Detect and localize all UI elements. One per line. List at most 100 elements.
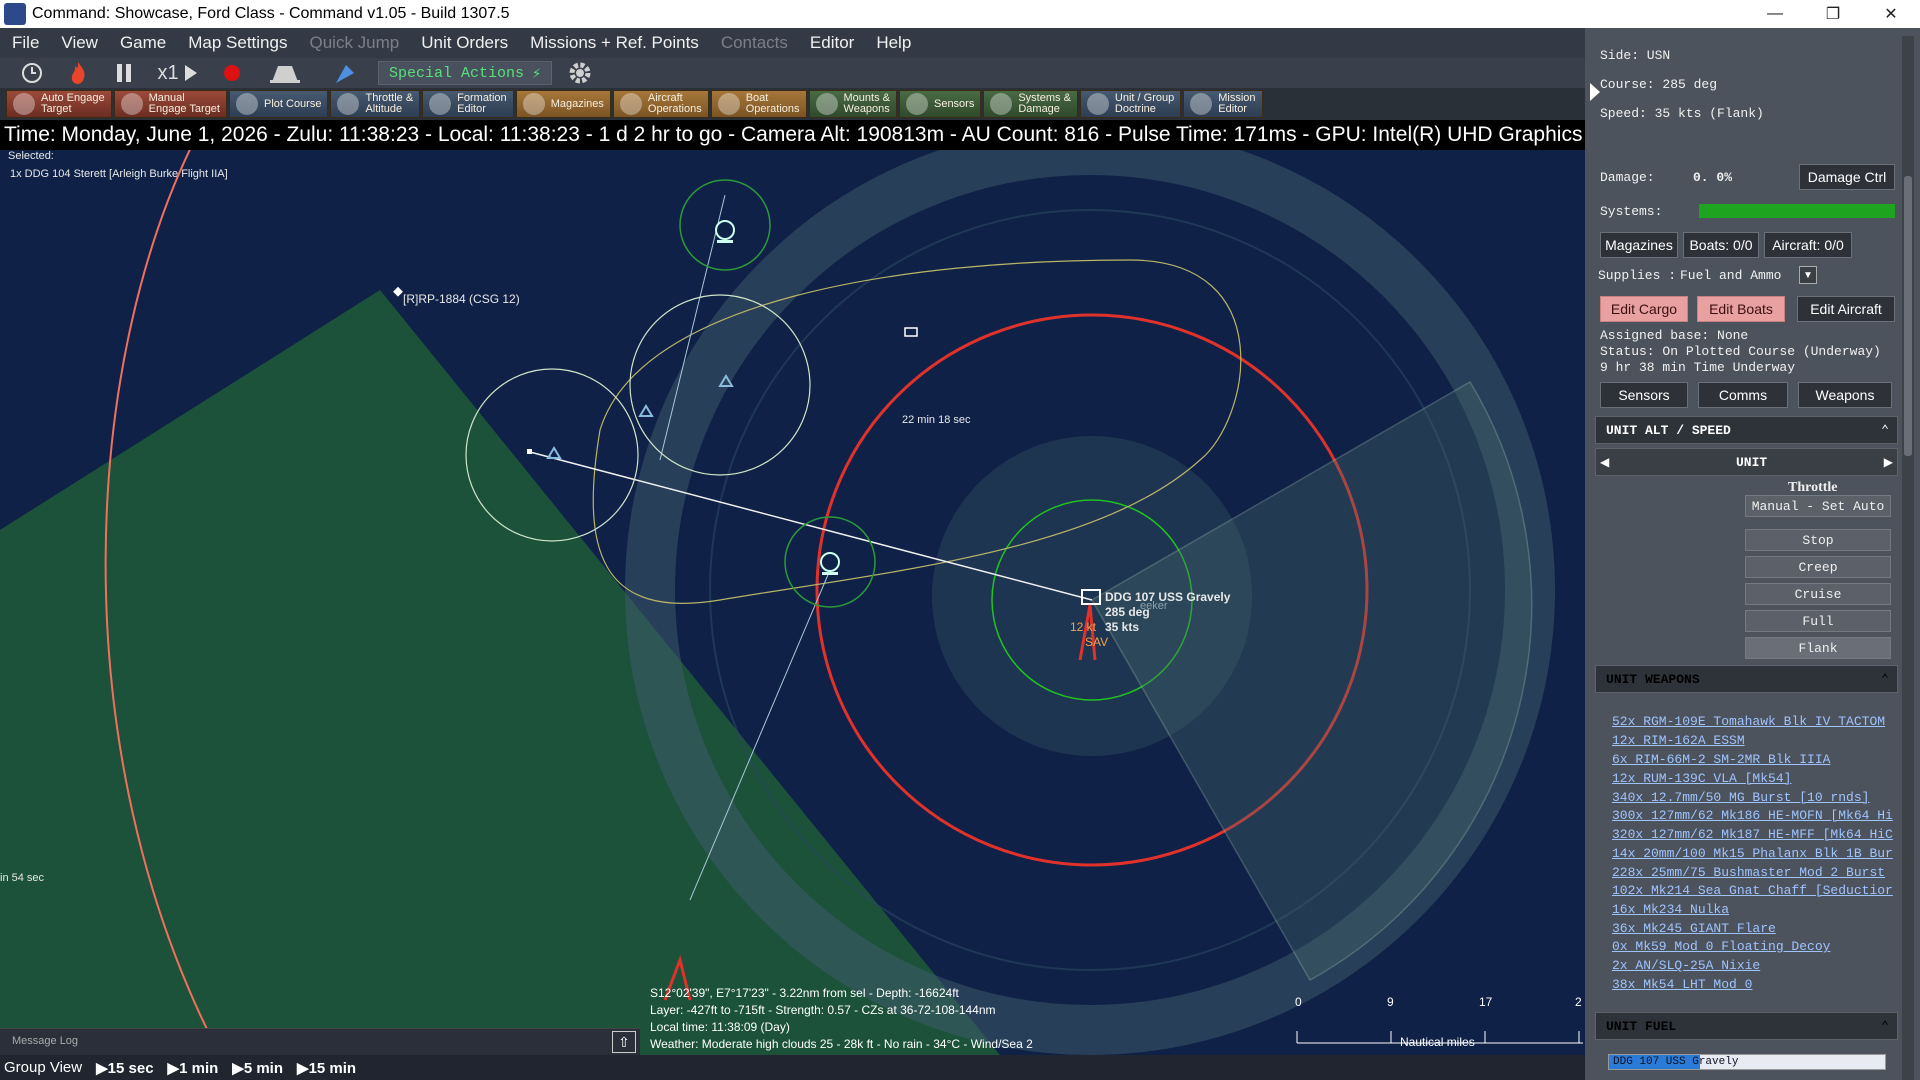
throttle-cruise-button[interactable]: Cruise xyxy=(1745,583,1891,605)
escort-symbol-1[interactable] xyxy=(715,220,735,243)
doctrine-button[interactable]: Unit / Group Doctrine xyxy=(1079,90,1182,118)
group-view-button[interactable]: Group View xyxy=(4,1059,82,1076)
mission-editor-button[interactable]: Mission Editor xyxy=(1183,90,1263,118)
throttle-altitude-button[interactable]: Throttle & Altitude xyxy=(330,90,421,118)
menu-missions[interactable]: Missions + Ref. Points xyxy=(530,33,699,53)
weapon-item[interactable]: 12x RIM-162A ESSM xyxy=(1612,733,1745,748)
weapon-item[interactable]: 300x 127mm/62 Mk186 HE-MOFN [Mk64 Hi xyxy=(1612,808,1893,823)
unit-selector-label: UNIT xyxy=(1736,455,1768,470)
course-waypoint[interactable] xyxy=(527,449,532,454)
panel-scrollbar[interactable] xyxy=(1902,36,1914,1080)
menu-view[interactable]: View xyxy=(61,33,98,53)
status-text: Status: On Plotted Course (Underway) xyxy=(1600,344,1881,359)
settings-gear-icon[interactable] xyxy=(562,60,598,86)
auto-engage-button[interactable]: Auto Engage Target xyxy=(6,90,112,118)
boat-operations-button[interactable]: Boat Operations xyxy=(710,90,807,118)
menu-unit-orders[interactable]: Unit Orders xyxy=(421,33,508,53)
mounts-weapons-button[interactable]: Mounts & Weapons xyxy=(808,90,897,118)
menu-file[interactable]: File xyxy=(12,33,39,53)
maximize-button[interactable]: ❐ xyxy=(1804,0,1862,28)
weapon-item[interactable]: 0x Mk59 Mod 0 Floating Decoy xyxy=(1612,939,1830,954)
menu-contacts: Contacts xyxy=(720,33,788,52)
fire-icon[interactable] xyxy=(58,60,98,86)
reference-point-marker[interactable] xyxy=(393,286,403,297)
section-unit-fuel[interactable]: UNIT FUEL ⌃ xyxy=(1595,1012,1898,1040)
pause-icon[interactable] xyxy=(104,60,144,86)
waypoint-marker[interactable] xyxy=(904,327,918,337)
scrollbar-thumb[interactable] xyxy=(1904,176,1912,456)
edit-aircraft-button[interactable]: Edit Aircraft xyxy=(1797,296,1895,322)
throttle-creep-button[interactable]: Creep xyxy=(1745,556,1891,578)
systems-damage-button[interactable]: Systems & Damage xyxy=(983,90,1078,118)
throttle-full-button[interactable]: Full xyxy=(1745,610,1891,632)
edit-boats-button[interactable]: Edit Boats xyxy=(1697,296,1785,322)
section-alt-speed[interactable]: UNIT ALT / SPEED ⌃ xyxy=(1595,416,1898,444)
magazines-label: Magazines xyxy=(550,97,604,110)
arrow-left-icon[interactable]: ◀ xyxy=(1600,455,1609,469)
throttle-flank-button[interactable]: Flank xyxy=(1745,637,1891,659)
arrow-right-icon[interactable]: ▶ xyxy=(1884,455,1893,469)
weapon-item[interactable]: 2x AN/SLQ-25A Nixie xyxy=(1612,958,1760,973)
time-step-15min[interactable]: ▶15 min xyxy=(297,1059,356,1077)
record-icon[interactable] xyxy=(212,60,252,86)
throttle-manual-button[interactable]: Manual - Set Auto xyxy=(1745,495,1891,517)
expand-log-icon[interactable]: ⇧ xyxy=(612,1031,636,1053)
weapon-item[interactable]: 102x Mk214 Sea Gnat Chaff [Seductior xyxy=(1612,883,1893,898)
magazines-panel-button[interactable]: Magazines xyxy=(1600,232,1678,258)
message-log-bar[interactable]: Message Log ⇧ xyxy=(0,1028,640,1055)
tab-sensors[interactable]: Sensors xyxy=(1600,382,1688,408)
weapon-item[interactable]: 12x RUM-139C VLA [Mk54] xyxy=(1612,771,1791,786)
weapon-item[interactable]: 38x Mk54 LHT Mod 0 xyxy=(1612,977,1752,992)
sub-symbol-3[interactable] xyxy=(546,446,562,459)
pointer-icon[interactable] xyxy=(318,60,372,86)
menu-map-settings[interactable]: Map Settings xyxy=(188,33,287,53)
map-canvas[interactable] xyxy=(0,150,1585,1055)
menu-help[interactable]: Help xyxy=(876,33,911,53)
tactical-map[interactable]: Selected: 1x DDG 104 Sterett [Arleigh Bu… xyxy=(0,150,1585,1055)
toolbar-unit-actions: Auto Engage Target Manual Engage Target … xyxy=(0,88,1585,120)
sub-symbol-2[interactable] xyxy=(638,404,654,417)
selected-unit-text: 1x DDG 104 Sterett [Arleigh Burke Flight… xyxy=(10,168,228,180)
weapon-item[interactable]: 14x 20mm/100 Mk15 Phalanx Blk 1B Bur xyxy=(1612,846,1893,861)
time-compression-button[interactable]: x1 xyxy=(150,60,206,86)
mounts-weapons-label: Mounts & Weapons xyxy=(843,92,890,115)
bridge-icon[interactable] xyxy=(258,60,312,86)
section-unit-fuel-title: UNIT FUEL xyxy=(1606,1018,1677,1034)
boats-button[interactable]: Boats: 0/0 xyxy=(1683,232,1759,258)
aircraft-button[interactable]: Aircraft: 0/0 xyxy=(1764,232,1852,258)
cursor-info-line2: Layer: -427ft to -715ft - Strength: 0.57… xyxy=(650,1003,996,1017)
aircraft-operations-button[interactable]: Aircraft Operations xyxy=(612,90,709,118)
weapon-item[interactable]: 340x 12.7mm/50 MG Burst [10 rnds] xyxy=(1612,790,1869,805)
minimize-button[interactable]: — xyxy=(1746,0,1804,28)
weapon-item[interactable]: 228x 25mm/75 Bushmaster Mod 2 Burst xyxy=(1612,865,1885,880)
message-log-label: Message Log xyxy=(12,1035,79,1047)
close-button[interactable]: ✕ xyxy=(1862,0,1920,28)
time-step-5min[interactable]: ▶5 min xyxy=(232,1059,283,1077)
magazines-button[interactable]: Magazines xyxy=(515,90,611,118)
throttle-stop-button[interactable]: Stop xyxy=(1745,529,1891,551)
weapon-item[interactable]: 52x RGM-109E Tomahawk Blk IV TACTOM xyxy=(1612,714,1885,729)
formation-editor-button[interactable]: Formation Editor xyxy=(422,90,514,118)
special-actions-button[interactable]: Special Actions ⚡ xyxy=(378,61,553,85)
time-step-15min-label: 15 min xyxy=(308,1059,357,1077)
section-unit-weapons[interactable]: UNIT WEAPONS ⌃ xyxy=(1595,665,1898,693)
weapon-item[interactable]: 16x Mk234 Nulka xyxy=(1612,902,1729,917)
tab-comms[interactable]: Comms xyxy=(1698,382,1788,408)
supplies-dropdown[interactable]: ▼ xyxy=(1799,266,1817,284)
tab-weapons[interactable]: Weapons xyxy=(1798,382,1892,408)
time-step-15sec[interactable]: ▶15 sec xyxy=(96,1059,153,1077)
sensors-button[interactable]: Sensors xyxy=(898,90,982,118)
plot-course-button[interactable]: Plot Course xyxy=(228,90,329,118)
escort-symbol-2[interactable] xyxy=(820,552,840,575)
weapon-item[interactable]: 320x 127mm/62 Mk187 HE-MFF [Mk64 HiC xyxy=(1612,827,1893,842)
menu-editor[interactable]: Editor xyxy=(810,33,854,53)
fuel-bar-label: DDG 107 USS Gravely xyxy=(1613,1056,1739,1068)
menu-game[interactable]: Game xyxy=(120,33,166,53)
time-step-1min[interactable]: ▶1 min xyxy=(168,1059,219,1077)
clock-icon[interactable] xyxy=(12,60,52,86)
weapon-item[interactable]: 6x RIM-66M-2 SM-2MR Blk IIIA xyxy=(1612,752,1830,767)
edit-cargo-button[interactable]: Edit Cargo xyxy=(1600,296,1688,322)
manual-engage-button[interactable]: Manual Engage Target xyxy=(113,90,227,118)
damage-ctrl-button[interactable]: Damage Ctrl xyxy=(1799,164,1895,190)
weapon-item[interactable]: 36x Mk245 GIANT Flare xyxy=(1612,921,1776,936)
